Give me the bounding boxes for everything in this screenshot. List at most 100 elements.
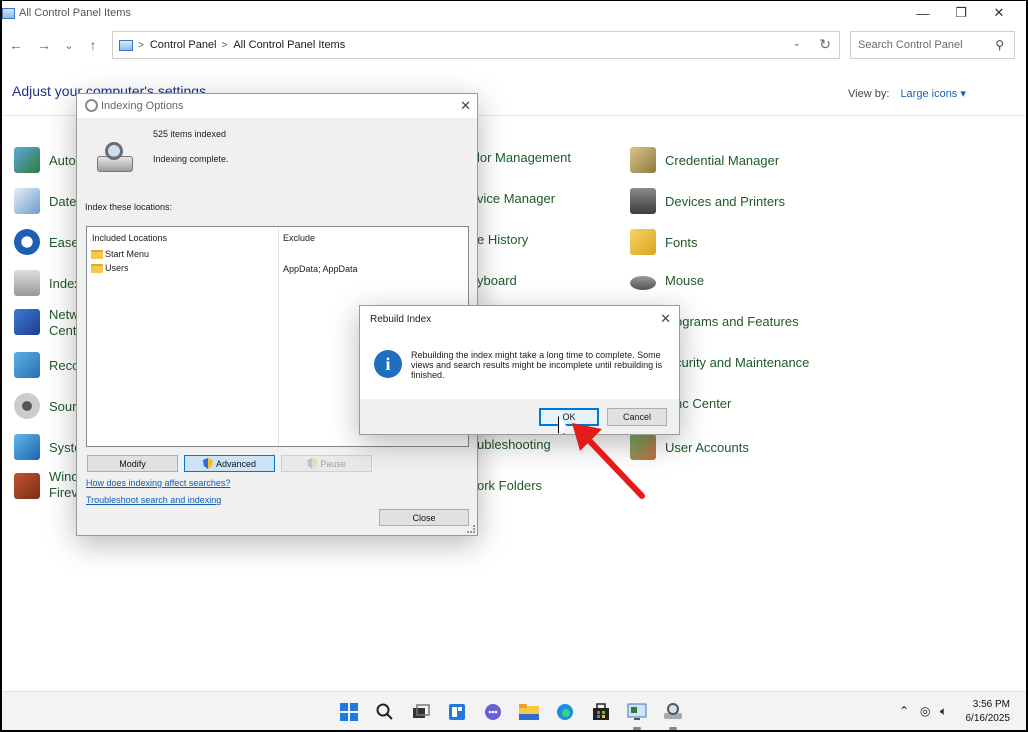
minimize-button[interactable]: — <box>904 1 942 25</box>
cp-item-windows-firewall[interactable]: Wind Firev <box>14 469 79 501</box>
shield-icon <box>307 458 318 469</box>
start-icon[interactable] <box>338 701 360 723</box>
firewall-icon <box>14 473 40 499</box>
store-icon[interactable] <box>590 701 612 723</box>
speaker-icon <box>14 393 40 419</box>
control-panel-taskbar-icon[interactable] <box>626 701 648 730</box>
title-bar: All Control Panel Items — ❐ ✕ <box>2 1 1026 25</box>
address-bar[interactable]: > Control Panel > All Control Panel Item… <box>112 31 840 59</box>
dialog-title: Indexing Options <box>101 100 184 112</box>
cp-item-fonts[interactable]: Fonts <box>630 229 698 255</box>
cp-item-label: Sour <box>49 398 77 414</box>
close-icon[interactable]: ✕ <box>460 98 471 114</box>
column-divider <box>278 227 279 446</box>
advanced-button[interactable]: Advanced <box>184 455 275 472</box>
cp-item-system[interactable]: Syste <box>14 434 82 460</box>
troubleshoot-link[interactable]: Troubleshoot search and indexing <box>86 495 221 505</box>
indexing-options-taskbar-icon[interactable] <box>662 701 684 730</box>
network-globe-icon[interactable]: ◎ <box>920 704 930 718</box>
cp-item-sound[interactable]: Sour <box>14 393 76 419</box>
search-icon[interactable] <box>374 701 396 723</box>
breadcrumb-all-items[interactable]: All Control Panel Items <box>233 39 345 51</box>
printer-icon <box>630 188 656 214</box>
clock-date: 6/16/2025 <box>965 713 1011 724</box>
chevron-right-icon: > <box>221 39 228 51</box>
indexing-icon <box>85 99 98 112</box>
maximize-button[interactable]: ❐ <box>942 1 980 25</box>
clock-time: 3:56 PM <box>972 699 1010 710</box>
widgets-icon[interactable] <box>446 701 468 723</box>
chat-icon[interactable] <box>482 701 504 723</box>
recovery-icon <box>14 352 40 378</box>
control-panel-icon <box>119 39 133 51</box>
cp-item-color-management[interactable]: lor Management <box>477 150 571 165</box>
dialog-title: Rebuild Index <box>360 306 679 332</box>
cp-item-devices-printers[interactable]: Devices and Printers <box>630 188 785 214</box>
search-box[interactable]: ⚲ <box>850 31 1015 59</box>
chevron-right-icon: > <box>138 39 144 51</box>
folder-icon <box>91 263 103 273</box>
taskbar-clock[interactable]: 3:56 PM 6/16/2025 <box>966 698 1011 726</box>
search-icon[interactable]: ⚲ <box>995 38 1004 52</box>
cp-item-autoplay[interactable]: Auto <box>14 147 76 173</box>
task-view-icon[interactable] <box>410 701 432 723</box>
close-dialog-button[interactable]: Close <box>379 509 469 526</box>
chevron-down-icon[interactable]: ⌄ <box>793 38 801 49</box>
magnifier-drive-icon <box>14 270 40 296</box>
cp-item-date-time[interactable]: Date <box>14 188 76 214</box>
cp-item-recovery[interactable]: Reco <box>14 352 79 378</box>
chevron-up-icon[interactable]: ⌃ <box>899 704 909 718</box>
cp-item-keyboard[interactable]: yboard <box>477 273 517 288</box>
window-title: All Control Panel Items <box>19 7 131 19</box>
column-header-exclude[interactable]: Exclude <box>283 233 315 243</box>
forward-button[interactable]: → <box>34 35 54 55</box>
recent-locations-button[interactable]: ⌄ <box>59 35 79 55</box>
cp-item-sync-center[interactable]: nc Center <box>675 396 731 411</box>
column-header-included[interactable]: Included Locations <box>92 233 167 243</box>
accessibility-icon <box>14 229 40 255</box>
volume-icon[interactable]: 🔈︎ <box>940 704 947 719</box>
cp-item-label: Auto <box>49 152 76 168</box>
up-button[interactable]: ↑ <box>83 35 103 55</box>
back-button[interactable]: ← <box>6 35 26 55</box>
cp-item-device-manager[interactable]: vice Manager <box>477 191 555 206</box>
list-item[interactable]: Users <box>91 263 129 273</box>
close-icon[interactable]: ✕ <box>660 311 671 327</box>
cp-item-credential-manager[interactable]: Credential Manager <box>630 147 779 173</box>
modify-button[interactable]: Modify <box>87 455 178 472</box>
calendar-clock-icon <box>14 188 40 214</box>
view-by-dropdown[interactable]: Large icons ▾ <box>900 88 965 100</box>
edge-icon[interactable] <box>554 701 576 723</box>
cp-item-troubleshooting[interactable]: ubleshooting <box>477 437 551 452</box>
mouse-icon <box>630 276 656 290</box>
cp-item-network-sharing-center[interactable]: Netw Cent <box>14 307 79 339</box>
cp-item-label: Ease <box>49 234 79 250</box>
cp-item-work-folders[interactable]: ork Folders <box>477 478 542 493</box>
info-icon: i <box>374 350 402 378</box>
cp-item-security-maintenance[interactable]: curity and Maintenance <box>675 355 809 370</box>
network-icon <box>14 309 40 335</box>
cp-item-programs-features[interactable]: ograms and Features <box>675 314 799 329</box>
dialog-title-bar: Indexing Options <box>77 94 477 118</box>
breadcrumb-control-panel[interactable]: Control Panel <box>150 39 217 51</box>
cp-item-indexing-options[interactable]: Index <box>14 270 81 296</box>
resize-grip[interactable] <box>467 525 475 533</box>
refresh-icon[interactable]: ↻ <box>819 36 831 53</box>
taskbar: ⌃ ◎ 🔈︎ 3:56 PM 6/16/2025 <box>2 691 1026 730</box>
indexing-drive-icon <box>95 142 137 176</box>
cp-item-ease-of-access[interactable]: Ease <box>14 229 79 255</box>
cp-item-file-history[interactable]: e History <box>477 232 528 247</box>
window-controls: — ❐ ✕ <box>904 1 1018 25</box>
pause-button[interactable]: Pause <box>281 455 372 472</box>
rebuild-index-dialog: Rebuild Index ✕ i Rebuilding the index m… <box>359 305 680 435</box>
locations-label: Index these locations: <box>85 202 173 212</box>
cp-item-mouse[interactable]: Mouse <box>630 270 704 290</box>
safe-icon <box>630 147 656 173</box>
view-by-label: View by: <box>848 88 890 100</box>
search-input[interactable] <box>858 39 988 51</box>
file-explorer-icon[interactable] <box>518 701 540 723</box>
help-link-indexing-searches[interactable]: How does indexing affect searches? <box>86 478 230 488</box>
annotation-arrow <box>572 423 645 499</box>
close-button[interactable]: ✕ <box>980 1 1018 25</box>
list-item[interactable]: Start Menu <box>91 249 149 259</box>
